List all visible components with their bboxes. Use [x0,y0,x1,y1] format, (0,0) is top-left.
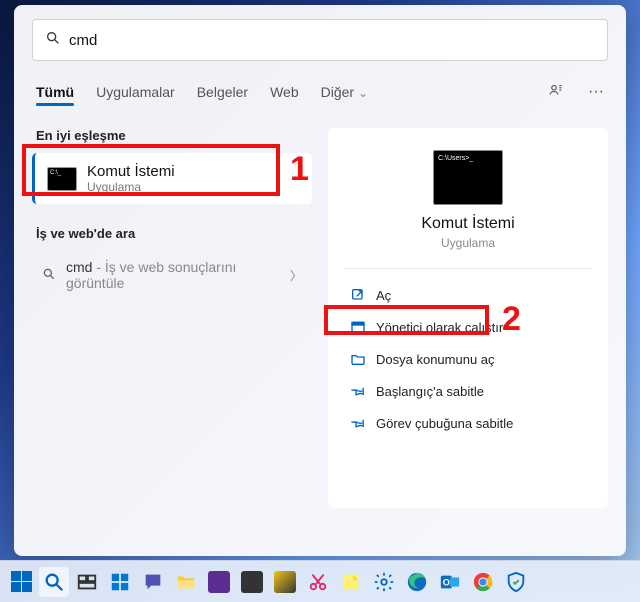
preview-pane: C:\Users>_ Komut İstemi Uygulama Aç Yöne… [328,128,608,508]
best-match-subtitle: Uygulama [87,180,175,194]
app-icon[interactable] [270,567,300,597]
tab-docs[interactable]: Belgeler [197,84,248,108]
search-input[interactable] [69,32,595,49]
app-icon[interactable] [204,567,234,597]
search-box[interactable] [32,19,608,61]
snipping-tool-icon[interactable] [303,567,333,597]
admin-window-icon [350,319,366,335]
tab-all[interactable]: Tümü [36,84,74,108]
chrome-icon[interactable] [468,567,498,597]
taskbar: O [0,560,640,602]
action-open[interactable]: Aç [342,279,594,311]
best-match-header: En iyi eşleşme [36,128,308,143]
search-web-header: İş ve web'de ara [36,226,308,241]
action-pin-to-start[interactable]: Başlangıç'a sabitle [342,375,594,407]
tab-more[interactable]: Diğer ⌄ [321,84,368,108]
best-match-title: Komut İstemi [87,163,175,180]
settings-icon[interactable] [369,567,399,597]
edge-icon[interactable] [402,567,432,597]
chevron-right-icon: 〉 [290,267,302,284]
account-switch-icon[interactable] [548,81,566,110]
search-icon [45,30,61,51]
folder-icon [350,351,366,367]
divider [344,268,592,269]
action-run-as-admin[interactable]: Yönetici olarak çalıştır [342,311,594,343]
preview-title: Komut İstemi [342,215,594,233]
svg-text:O: O [443,577,450,587]
pin-icon [350,383,366,399]
search-panel: Tümü Uygulamalar Belgeler Web Diğer ⌄ ··… [14,5,626,556]
tab-web[interactable]: Web [270,84,299,108]
start-button[interactable] [6,567,36,597]
file-explorer-icon[interactable] [171,567,201,597]
app-icon[interactable] [237,567,267,597]
sticky-notes-icon[interactable] [336,567,366,597]
preview-subtitle: Uygulama [342,236,594,250]
task-view-icon[interactable] [72,567,102,597]
command-prompt-icon: C:\_ [47,167,77,191]
search-web-item[interactable]: cmd - İş ve web sonuçlarını görüntüle 〉 [32,251,312,299]
best-match-item[interactable]: C:\_ Komut İstemi Uygulama [32,153,312,204]
results-column: En iyi eşleşme C:\_ Komut İstemi Uygulam… [32,128,312,508]
pin-icon [350,415,366,431]
outlook-icon[interactable]: O [435,567,465,597]
action-pin-to-taskbar[interactable]: Görev çubuğuna sabitle [342,407,594,439]
search-icon [42,267,56,284]
command-prompt-icon: C:\Users>_ [433,150,503,205]
security-icon[interactable] [501,567,531,597]
filter-tabs: Tümü Uygulamalar Belgeler Web Diğer ⌄ ··… [32,81,608,110]
widgets-icon[interactable] [105,567,135,597]
taskbar-search[interactable] [39,567,69,597]
action-open-file-location[interactable]: Dosya konumunu aç [342,343,594,375]
chat-icon[interactable] [138,567,168,597]
more-options-icon[interactable]: ··· [588,83,604,109]
open-icon [350,287,366,303]
tab-apps[interactable]: Uygulamalar [96,84,175,108]
